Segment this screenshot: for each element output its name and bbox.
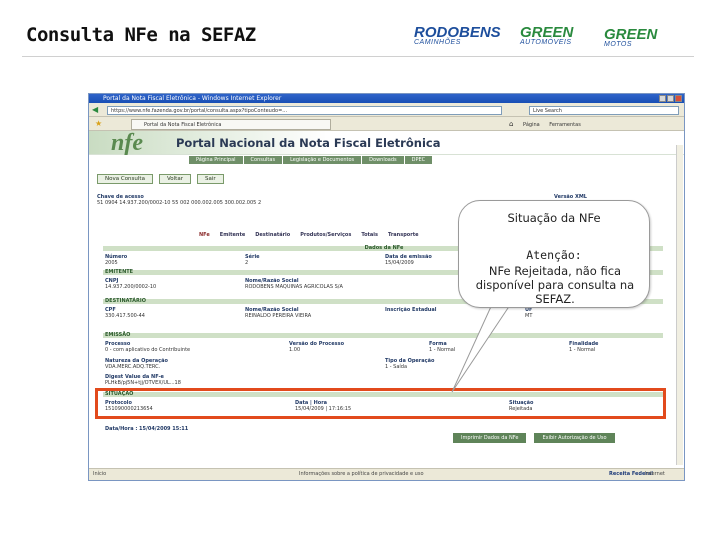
callout-heading: Atenção:	[526, 248, 582, 262]
callout-body: NFe Rejeitada, não fica disponível para …	[475, 264, 635, 306]
callout-bubble: Situação da NFe Atenção: NFe Rejeitada, …	[458, 200, 650, 308]
callout-title: Situação da NFe	[507, 211, 601, 225]
